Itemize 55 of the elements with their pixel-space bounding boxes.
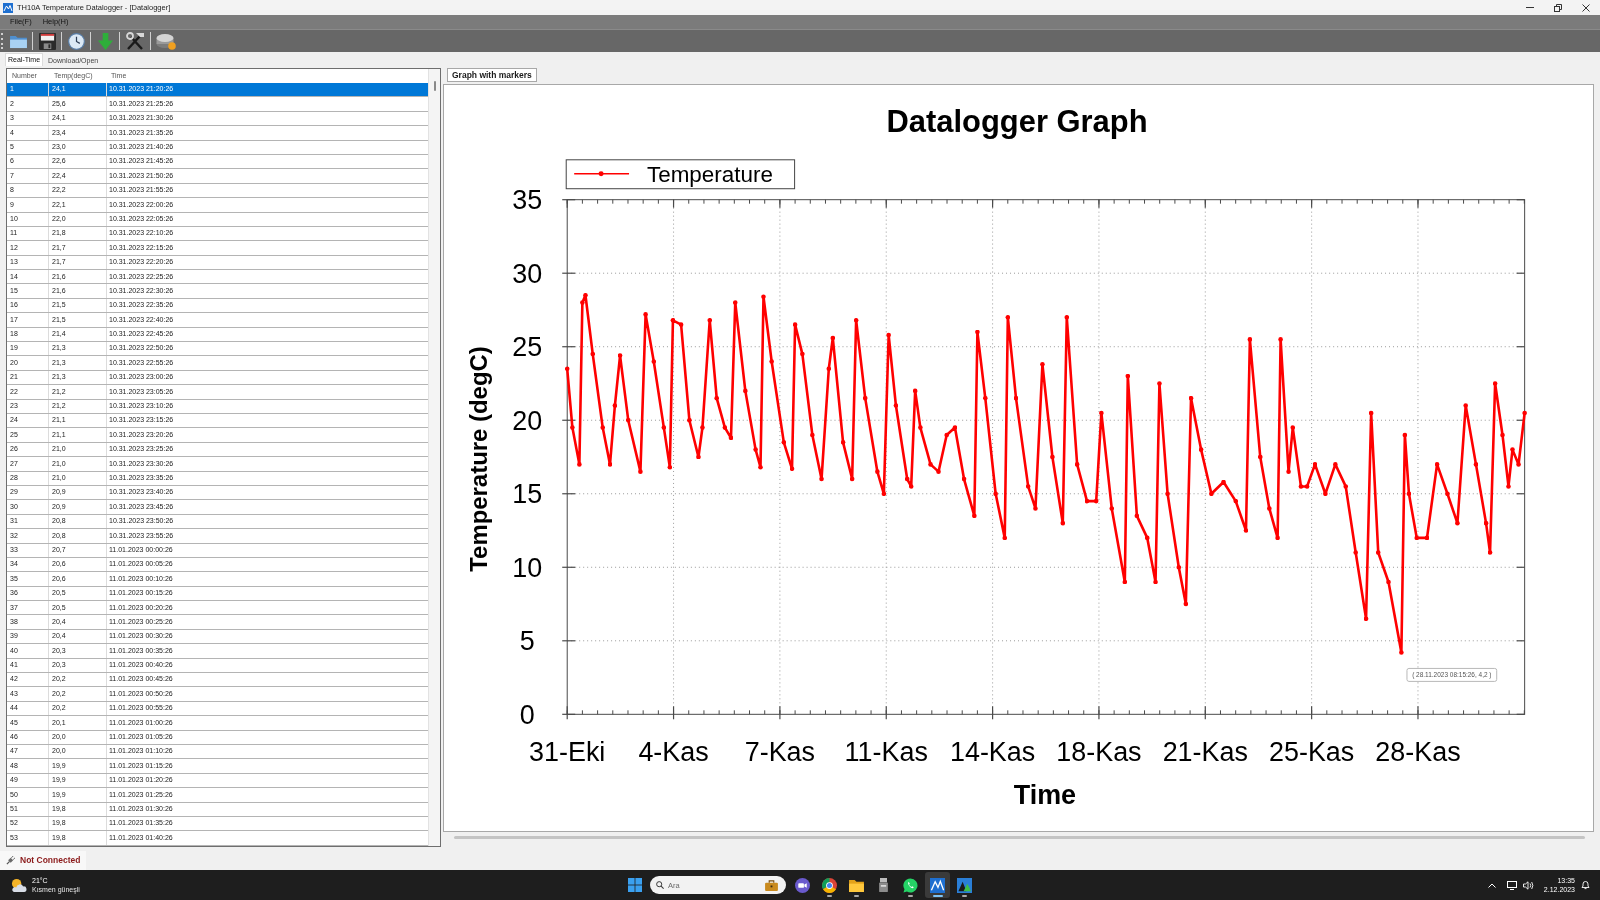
x-tick-label: 21-Kas [1162, 737, 1248, 768]
chart-tile-icon [957, 877, 972, 893]
usb-drive-icon [879, 878, 888, 892]
minimize-icon [1526, 7, 1534, 8]
connection-status: Not Connected [20, 854, 81, 867]
y-tick-label: 0 [519, 700, 535, 730]
chart-title: Datalogger Graph [886, 103, 1148, 139]
horizontal-scrollbar[interactable] [454, 836, 1585, 839]
vertical-scrollbar[interactable] [428, 69, 440, 846]
y-tick-label: 10 [512, 552, 543, 583]
x-axis-title: Time [1013, 780, 1077, 811]
y-axis-title: Temperature (degC) [464, 346, 492, 572]
y-tick-label: 35 [512, 185, 543, 216]
x-tick-label: 7-Kas [744, 737, 816, 768]
x-tick-label: 25-Kas [1269, 737, 1355, 768]
start-button[interactable] [627, 877, 643, 893]
y-tick-label: 15 [512, 479, 543, 510]
chart-tile-icon [930, 877, 945, 893]
y-tick-label: 20 [512, 405, 543, 436]
bell-icon [1581, 880, 1590, 890]
x-tick-label: 14-Kas [949, 737, 1036, 768]
x-tick-label: 28-Kas [1375, 737, 1461, 768]
arrow-down-icon [97, 32, 113, 50]
taskbar-app-button[interactable] [925, 872, 950, 898]
hammer-wrench-icon [125, 32, 145, 50]
tools-button[interactable] [123, 31, 147, 51]
close-icon [1582, 3, 1590, 12]
y-tick-label: 25 [512, 332, 543, 363]
monitor-icon [1506, 880, 1517, 890]
graph-tab[interactable]: Graph with markers [447, 68, 537, 82]
briefcase-icon [765, 879, 778, 891]
restore-icon [1554, 3, 1562, 12]
folder-icon [8, 33, 28, 49]
plug-icon [6, 856, 15, 865]
chat-bubble-icon [903, 877, 918, 893]
legend-label: Temperature [647, 161, 773, 187]
folder-icon [849, 878, 864, 892]
speaker-icon [1522, 880, 1534, 890]
search-icon [656, 881, 664, 889]
save-button[interactable] [36, 31, 58, 51]
x-tick-label: 31-Eki [529, 737, 606, 768]
database-icon [156, 32, 176, 50]
clock-icon [67, 32, 85, 50]
tricolor-circle-icon [822, 877, 837, 893]
x-tick-label: 4-Kas [638, 737, 709, 768]
clock-button[interactable] [65, 31, 87, 51]
database-button[interactable] [154, 31, 178, 51]
video-camera-icon [795, 877, 810, 893]
x-tick-label: 11-Kas [844, 737, 928, 768]
y-tick-label: 5 [519, 626, 535, 657]
x-tick-label: 18-Kas [1056, 737, 1142, 768]
four-squares-logo-icon [628, 878, 642, 892]
y-tick-label: 30 [512, 258, 543, 289]
chevron-up-icon [1487, 882, 1496, 888]
sun-cloud-icon [10, 877, 27, 893]
